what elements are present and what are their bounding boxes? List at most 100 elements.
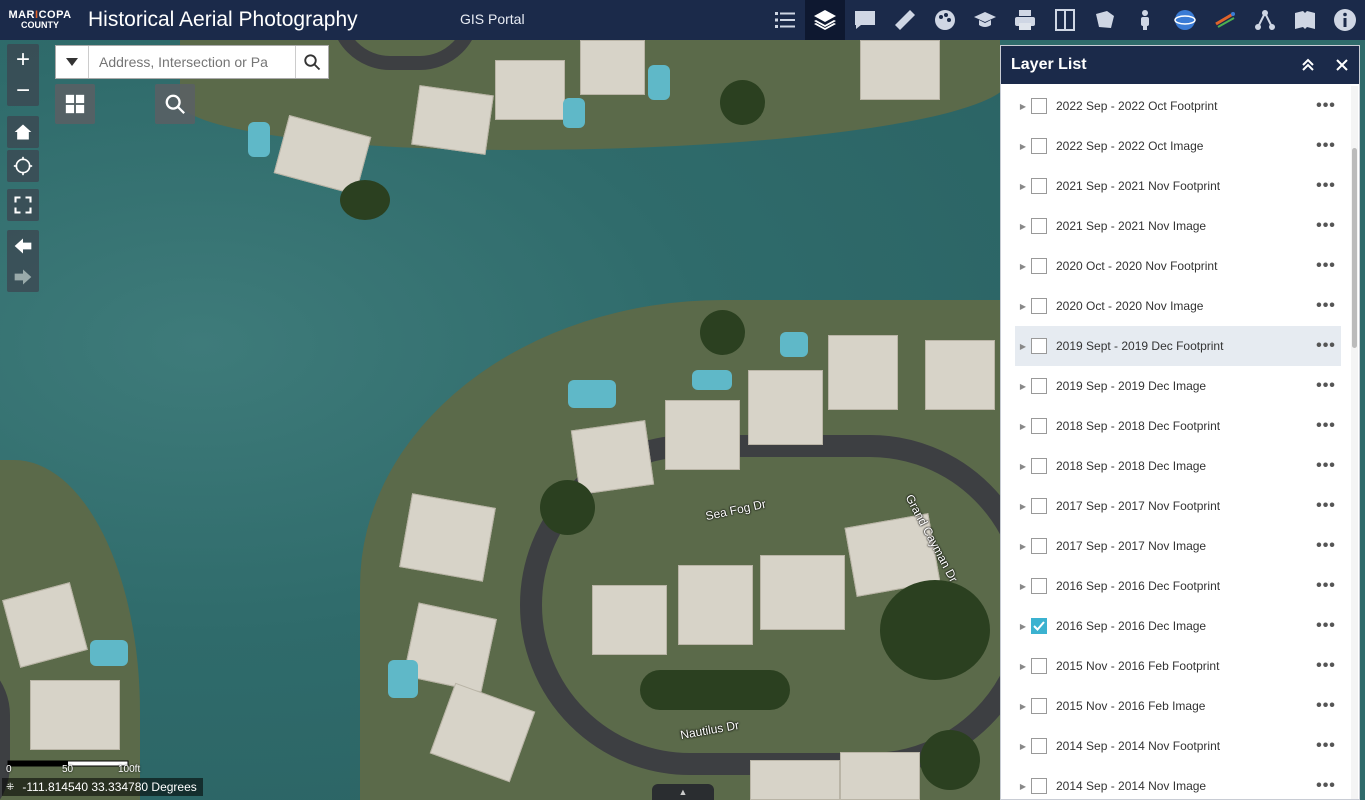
layer-visibility-checkbox[interactable] [1031,258,1047,274]
layer-row[interactable]: ▶ 2018 Sep - 2018 Dec Footprint ••• [1015,406,1341,446]
locate-button[interactable] [7,150,39,182]
zoom-out-button[interactable]: − [7,75,39,106]
layer-visibility-checkbox[interactable] [1031,298,1047,314]
layer-row[interactable]: ▶ 2022 Sep - 2022 Oct Footprint ••• [1015,86,1341,126]
swipe-button[interactable] [1045,0,1085,40]
layer-options-icon[interactable]: ••• [1311,497,1341,515]
expand-caret-icon[interactable]: ▶ [1015,206,1031,246]
layer-row[interactable]: ▶ 2017 Sep - 2017 Nov Footprint ••• [1015,486,1341,526]
close-panel-button[interactable] [1325,46,1359,84]
legend-button[interactable] [765,0,805,40]
panel-scrollbar[interactable] [1351,86,1358,799]
layer-row[interactable]: ▶ 2014 Sep - 2014 Nov Image ••• [1015,766,1341,800]
layer-visibility-checkbox[interactable] [1031,538,1047,554]
about-button[interactable] [965,0,1005,40]
layer-options-icon[interactable]: ••• [1311,657,1341,675]
expand-caret-icon[interactable]: ▶ [1015,366,1031,406]
layer-list-button[interactable] [805,0,845,40]
layer-options-icon[interactable]: ••• [1311,537,1341,555]
layer-options-icon[interactable]: ••• [1311,457,1341,475]
info-button[interactable] [1325,0,1365,40]
map-view[interactable]: Sea Fog Dr Grand Cayman Dr Nautilus Dr [0,40,1000,800]
layer-row[interactable]: ▶ 2022 Sep - 2022 Oct Image ••• [1015,126,1341,166]
layer-row[interactable]: ▶ 2021 Sep - 2021 Nov Image ••• [1015,206,1341,246]
layer-row[interactable]: ▶ 2021 Sep - 2021 Nov Footprint ••• [1015,166,1341,206]
layer-row[interactable]: ▶ 2015 Nov - 2016 Feb Footprint ••• [1015,646,1341,686]
layer-row[interactable]: ▶ 2017 Sep - 2017 Nov Image ••• [1015,526,1341,566]
layer-visibility-checkbox[interactable] [1031,178,1047,194]
share-button[interactable] [1245,0,1285,40]
collapse-panel-button[interactable] [1291,46,1325,84]
expand-caret-icon[interactable]: ▶ [1015,646,1031,686]
basemap-button[interactable] [925,0,965,40]
layer-options-icon[interactable]: ••• [1311,777,1341,795]
home-button[interactable] [7,116,39,148]
comments-button[interactable] [845,0,885,40]
layer-row[interactable]: ▶ 2020 Oct - 2020 Nov Image ••• [1015,286,1341,326]
print-button[interactable] [1005,0,1045,40]
scrollbar-thumb[interactable] [1352,148,1357,348]
layer-options-icon[interactable]: ••• [1311,97,1341,115]
measure-button[interactable] [885,0,925,40]
layer-row[interactable]: ▶ 2018 Sep - 2018 Dec Image ••• [1015,446,1341,486]
search-button[interactable] [295,46,328,78]
attribute-table-toggle[interactable]: ▲ [652,784,714,800]
layer-visibility-checkbox[interactable] [1031,218,1047,234]
draw-button[interactable] [1085,0,1125,40]
expand-caret-icon[interactable]: ▶ [1015,686,1031,726]
satellite-button[interactable] [1205,0,1245,40]
expand-caret-icon[interactable]: ▶ [1015,166,1031,206]
expand-caret-icon[interactable]: ▶ [1015,406,1031,446]
expand-caret-icon[interactable]: ▶ [1015,326,1031,366]
expand-caret-icon[interactable]: ▶ [1015,286,1031,326]
county-logo[interactable]: MARICOPA COUNTY [0,0,80,40]
expand-caret-icon[interactable]: ▶ [1015,566,1031,606]
next-extent-button[interactable] [7,261,39,292]
layer-visibility-checkbox[interactable] [1031,138,1047,154]
layer-options-icon[interactable]: ••• [1311,257,1341,275]
layer-visibility-checkbox[interactable] [1031,778,1047,794]
layer-row[interactable]: ▶ 2014 Sep - 2014 Nov Footprint ••• [1015,726,1341,766]
search-source-dropdown[interactable] [56,46,89,78]
expand-caret-icon[interactable]: ▶ [1015,726,1031,766]
bookmarks-button[interactable] [1285,0,1325,40]
layer-options-icon[interactable]: ••• [1311,577,1341,595]
expand-caret-icon[interactable]: ▶ [1015,86,1031,126]
layer-row[interactable]: ▶ 2019 Sept - 2019 Dec Footprint ••• [1015,326,1341,366]
layer-options-icon[interactable]: ••• [1311,337,1341,355]
layer-row[interactable]: ▶ 2016 Sep - 2016 Dec Image ••• [1015,606,1341,646]
expand-caret-icon[interactable]: ▶ [1015,126,1031,166]
layer-row[interactable]: ▶ 2015 Nov - 2016 Feb Image ••• [1015,686,1341,726]
layer-visibility-checkbox[interactable] [1031,618,1047,634]
layer-visibility-checkbox[interactable] [1031,418,1047,434]
layer-options-icon[interactable]: ••• [1311,217,1341,235]
overview-grid-button[interactable] [55,84,95,124]
layer-options-icon[interactable]: ••• [1311,617,1341,635]
expand-caret-icon[interactable]: ▶ [1015,526,1031,566]
layer-options-icon[interactable]: ••• [1311,417,1341,435]
previous-extent-button[interactable] [7,230,39,261]
expand-caret-icon[interactable]: ▶ [1015,486,1031,526]
layer-options-icon[interactable]: ••• [1311,137,1341,155]
layer-options-icon[interactable]: ••• [1311,377,1341,395]
layer-visibility-checkbox[interactable] [1031,578,1047,594]
layer-options-icon[interactable]: ••• [1311,697,1341,715]
layer-row[interactable]: ▶ 2019 Sep - 2019 Dec Image ••• [1015,366,1341,406]
gis-portal-link[interactable]: GIS Portal [460,11,525,27]
layer-row[interactable]: ▶ 2016 Sep - 2016 Dec Footprint ••• [1015,566,1341,606]
layer-visibility-checkbox[interactable] [1031,98,1047,114]
layer-options-icon[interactable]: ••• [1311,297,1341,315]
layer-visibility-checkbox[interactable] [1031,498,1047,514]
layer-options-icon[interactable]: ••• [1311,177,1341,195]
layer-visibility-checkbox[interactable] [1031,738,1047,754]
expand-caret-icon[interactable]: ▶ [1015,446,1031,486]
layer-visibility-checkbox[interactable] [1031,658,1047,674]
globe-button[interactable] [1165,0,1205,40]
street-view-button[interactable] [1125,0,1165,40]
layer-row[interactable]: ▶ 2020 Oct - 2020 Nov Footprint ••• [1015,246,1341,286]
crosshair-icon[interactable]: ⁜ [6,782,14,793]
layer-visibility-checkbox[interactable] [1031,378,1047,394]
expand-caret-icon[interactable]: ▶ [1015,246,1031,286]
search-input[interactable] [89,46,295,78]
layer-visibility-checkbox[interactable] [1031,338,1047,354]
